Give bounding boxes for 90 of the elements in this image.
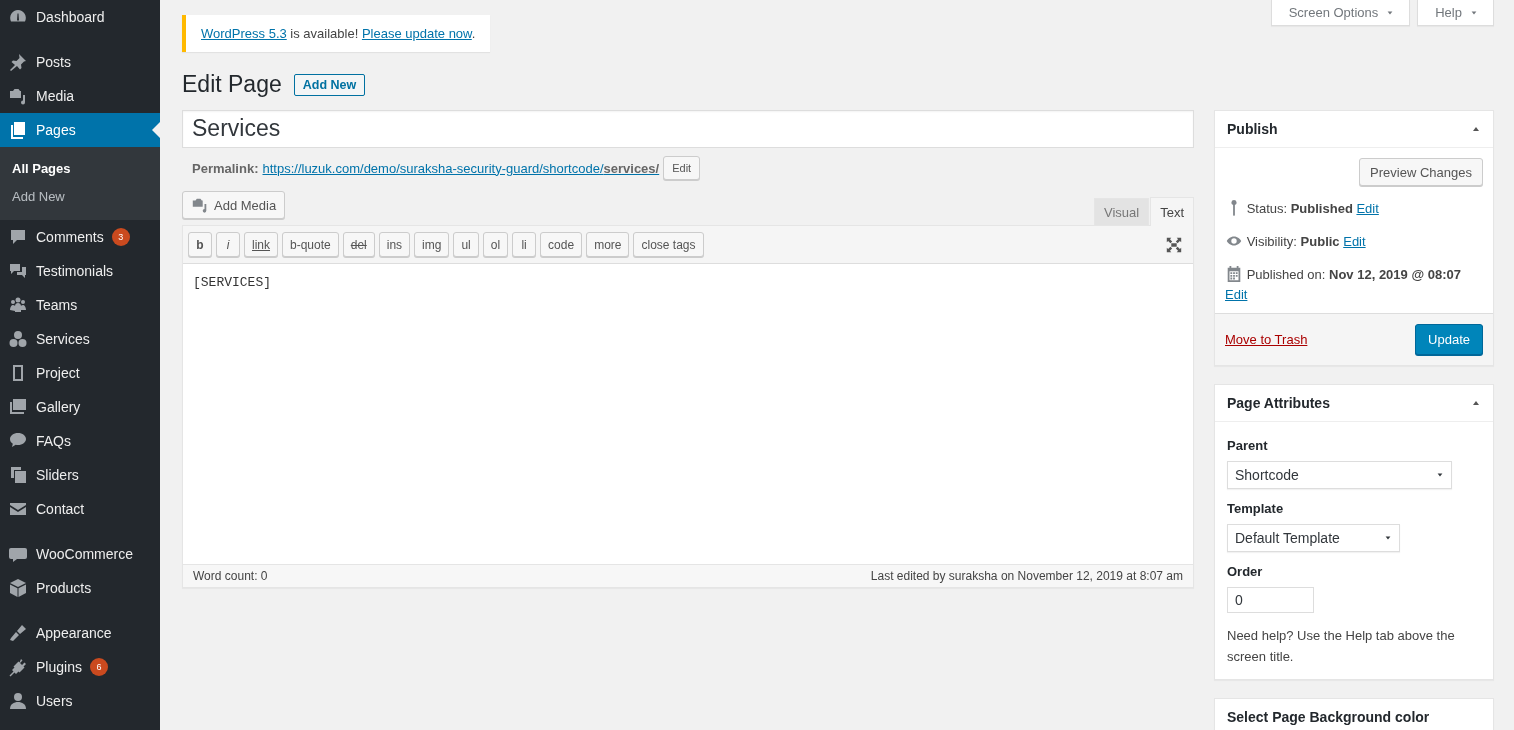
preview-button[interactable]: Preview Changes xyxy=(1359,158,1483,186)
toolbar-button[interactable]: b xyxy=(188,232,212,257)
sidebar-item[interactable]: Pages xyxy=(0,113,160,147)
caret-icon xyxy=(1384,534,1392,542)
notice-link[interactable]: Please update now xyxy=(361,26,472,41)
sidebar-item[interactable]: WooCommerce xyxy=(0,537,160,571)
caret-icon xyxy=(1386,8,1395,17)
last-edited-text: Last edited by suraksha on November 12, 2019 at 8:07 am xyxy=(870,569,1183,583)
toolbar-button[interactable]: ol xyxy=(482,232,509,257)
toolbar-button[interactable]: more xyxy=(586,232,630,257)
sidebar-item[interactable]: Sliders xyxy=(0,458,160,492)
permalink-label: Permalink: xyxy=(192,160,259,176)
camera-icon xyxy=(191,196,209,214)
pin-icon xyxy=(8,52,28,72)
brush-icon xyxy=(8,623,28,643)
word-count: Word count: 0 xyxy=(193,569,268,583)
order-field[interactable]: 0 xyxy=(1227,587,1314,613)
sidebar-item[interactable]: Plugins 6 xyxy=(0,650,160,684)
toolbar-button[interactable]: link xyxy=(244,232,278,257)
editor-tab[interactable]: Text xyxy=(1150,197,1194,226)
toolbar-button[interactable]: ins xyxy=(378,232,411,257)
count-badge: 3 xyxy=(111,228,130,246)
sidebar-item[interactable]: Media xyxy=(0,79,160,113)
person-icon xyxy=(8,691,28,711)
template-select[interactable]: Default Template xyxy=(1227,524,1400,552)
sidebar-item[interactable]: Teams xyxy=(0,288,160,322)
sidebar-item[interactable]: Project xyxy=(0,356,160,390)
sidebar-item[interactable]: Contact xyxy=(0,492,160,526)
calendar-icon xyxy=(1225,265,1243,283)
sidebar-item[interactable]: Appearance xyxy=(0,616,160,650)
edit-button[interactable]: Edit xyxy=(663,156,701,180)
images-icon xyxy=(8,465,28,485)
toolbar-button[interactable]: close tags xyxy=(633,232,704,257)
panel-title: Publish xyxy=(1227,121,1278,137)
toolbar-button[interactable]: code xyxy=(540,232,583,257)
toggle-button[interactable]: Screen Options xyxy=(1271,0,1410,26)
caret-icon xyxy=(1469,8,1478,17)
publish-info: Visibility: Public xyxy=(1246,234,1340,249)
document-icon xyxy=(8,120,28,140)
sidebar-item[interactable]: Dashboard xyxy=(0,0,160,34)
camera-icon xyxy=(8,86,28,106)
cube-icon xyxy=(8,578,28,598)
sidebar-item[interactable]: Services xyxy=(0,322,160,356)
circles-icon xyxy=(8,329,28,349)
trash-link[interactable]: Move to Trash xyxy=(1225,332,1308,347)
field-label: Order xyxy=(1227,564,1264,579)
toggle-button[interactable]: Help xyxy=(1417,0,1494,26)
update-button[interactable]: Update xyxy=(1415,324,1483,355)
sidebar-item[interactable]: Gallery xyxy=(0,390,160,424)
plug-icon xyxy=(8,657,28,677)
toolbar-button[interactable]: del xyxy=(342,232,375,257)
field-label: Parent xyxy=(1227,438,1269,453)
caret-icon xyxy=(1436,471,1444,479)
add-new-button[interactable]: Add New xyxy=(293,73,366,96)
publish-info: Status: Published xyxy=(1246,201,1353,216)
help-text: Need help? Use the Help tab above the screen title. xyxy=(1227,627,1456,666)
fullscreen-icon xyxy=(1165,235,1183,254)
photos-icon xyxy=(8,397,28,417)
publish-info: Published on: Nov 12, 2019 @ 08:07 xyxy=(1246,267,1461,282)
panel-title: Select Page Background color xyxy=(1227,709,1430,725)
toolbar-button[interactable]: li xyxy=(512,232,537,257)
edit-link[interactable]: Edit xyxy=(1356,201,1379,216)
edit-link[interactable]: Edit xyxy=(1225,287,1248,302)
add-media-button[interactable]: Add Media xyxy=(182,191,286,219)
permalink-link[interactable]: https://luzuk.com/demo/suraksha-security-guard/shortcode/services/ xyxy=(262,160,660,176)
toolbar-button[interactable]: b-quote xyxy=(282,232,339,257)
toolbar-button[interactable]: ul xyxy=(453,232,479,257)
people-icon xyxy=(8,295,28,315)
sidebar-item[interactable]: FAQs xyxy=(0,424,160,458)
toolbar-button[interactable]: i xyxy=(216,232,240,257)
sidebar-item[interactable]: Testimonials xyxy=(0,254,160,288)
sidebar-item[interactable]: Users xyxy=(0,684,160,718)
page-title: Edit Page xyxy=(182,71,282,98)
count-badge: 6 xyxy=(89,658,108,676)
field-label: Template xyxy=(1227,501,1285,516)
speech-bubble-icon xyxy=(8,227,28,247)
submenu-item[interactable]: Add New xyxy=(0,183,160,211)
toolbar-button[interactable]: img xyxy=(414,232,450,257)
editor-tab[interactable]: Visual xyxy=(1093,198,1150,225)
sidebar-item[interactable]: Comments 3 xyxy=(0,220,160,254)
title-field[interactable]: Services xyxy=(182,110,1194,148)
notice-link[interactable]: WordPress 5.3 xyxy=(201,26,287,41)
sidebar-item[interactable]: Posts xyxy=(0,45,160,79)
parent-select[interactable]: Shortcode xyxy=(1227,461,1452,489)
sidebar-item[interactable]: Products xyxy=(0,571,160,605)
submenu-item[interactable]: All Pages xyxy=(0,155,160,183)
panel-title: Page Attributes xyxy=(1227,395,1330,411)
text-editor[interactable]: [SERVICES] xyxy=(183,264,1193,564)
notice-text: WordPress 5.3 is available! Please update now. xyxy=(201,26,476,41)
edit-link[interactable]: Edit xyxy=(1343,234,1366,249)
